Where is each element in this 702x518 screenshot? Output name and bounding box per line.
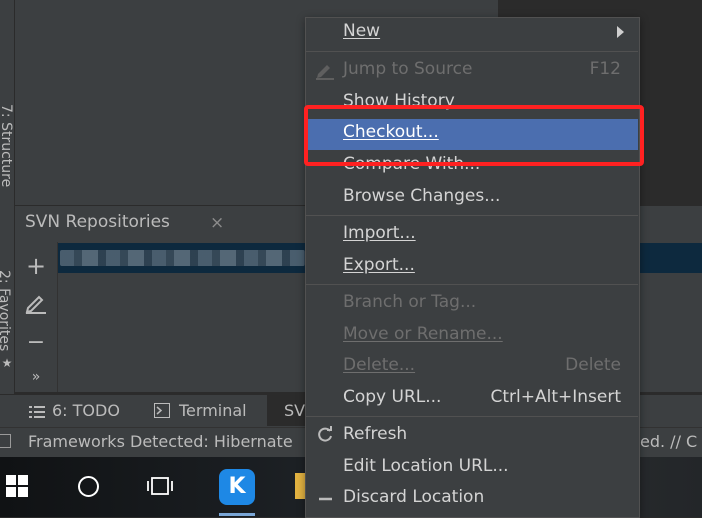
blurred-repository-url [60, 250, 305, 266]
menu-separator [306, 416, 638, 417]
menu-item-browse-changes[interactable]: Browse Changes... [306, 183, 638, 213]
menu-item-refresh[interactable]: Refresh [306, 421, 638, 451]
menu-item-branch-or-tag[interactable]: Branch or Tag... [306, 289, 638, 319]
task-view-icon[interactable] [146, 477, 174, 495]
status-message-tail: ed. // C [640, 432, 698, 451]
menu-item-import[interactable]: Import... [306, 220, 638, 250]
menu-separator [306, 284, 638, 285]
terminal-icon [154, 403, 170, 418]
windows-start-icon[interactable] [6, 475, 28, 497]
active-app-indicator [219, 513, 255, 516]
status-message[interactable]: Frameworks Detected: Hibernate [28, 432, 293, 451]
svn-panel-title: SVN Repositories [25, 212, 170, 232]
more-tools-button[interactable]: » [15, 369, 57, 385]
structure-tool-tab[interactable]: 7: Structure [0, 104, 14, 187]
favorites-tool-tab[interactable]: 2: Favorites [0, 270, 12, 352]
menu-item-copy-url[interactable]: Copy URL... Ctrl+Alt+Insert [306, 384, 638, 414]
close-icon[interactable]: × [210, 213, 224, 233]
tab-svn[interactable]: SV [284, 401, 305, 420]
menu-item-jump-to-source[interactable]: Jump to Source F12 [306, 56, 638, 86]
add-repository-button[interactable]: + [15, 252, 57, 280]
cortana-search-icon[interactable] [78, 476, 99, 497]
menu-separator [306, 51, 638, 52]
tab-terminal[interactable]: Terminal [179, 401, 247, 420]
refresh-icon [315, 425, 335, 445]
pencil-icon [315, 60, 335, 80]
red-highlight-annotation [304, 105, 644, 166]
kugou-letter: K [228, 474, 246, 499]
menu-item-new[interactable]: New [306, 18, 638, 48]
remove-repository-button[interactable]: − [15, 330, 57, 355]
menu-item-label: New [343, 21, 381, 41]
status-bar-toggle-icon[interactable] [0, 434, 11, 448]
menu-item-move-or-rename[interactable]: Move or Rename... [306, 321, 638, 351]
menu-item-delete[interactable]: Delete... Delete [306, 352, 638, 382]
submenu-arrow-icon [617, 26, 624, 38]
menu-item-discard-location[interactable]: Discard Location [306, 484, 638, 514]
star-icon: ★ [1, 356, 13, 370]
pencil-icon [25, 295, 46, 314]
minus-icon [315, 488, 335, 508]
menu-item-edit-location-url[interactable]: Edit Location URL... [306, 453, 638, 483]
menu-separator [306, 215, 638, 216]
tab-todo[interactable]: 6: TODO [52, 401, 120, 420]
list-icon [29, 404, 45, 418]
edit-repository-button[interactable] [24, 292, 48, 314]
menu-item-export[interactable]: Export... [306, 252, 638, 282]
